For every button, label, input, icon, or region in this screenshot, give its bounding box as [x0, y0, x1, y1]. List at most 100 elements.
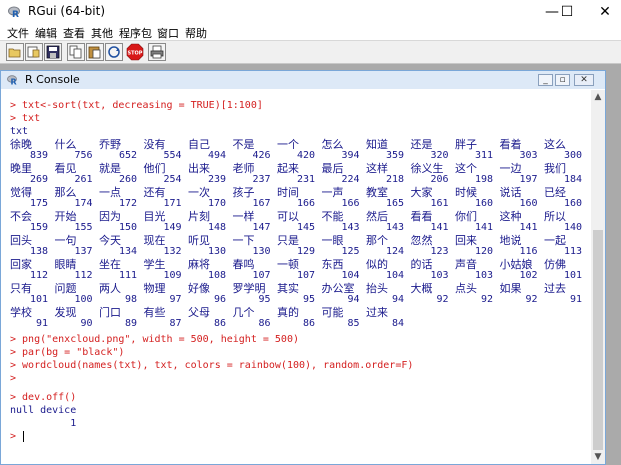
- count-cell: 166: [296, 198, 315, 209]
- svg-text:R: R: [12, 10, 19, 19]
- count-cell: 103: [430, 270, 449, 281]
- count-cell: 108: [207, 270, 226, 281]
- count-cell: 237: [252, 174, 271, 185]
- scroll-down-arrow[interactable]: ▼: [591, 450, 605, 464]
- count-cell: 140: [563, 222, 582, 233]
- count-cell: 91: [35, 318, 48, 329]
- count-cell: 160: [474, 198, 493, 209]
- console-prompt-line[interactable]: >: [10, 430, 22, 443]
- count-cell: 303: [519, 150, 538, 161]
- print-icon: [150, 45, 164, 59]
- count-cell: 129: [296, 246, 315, 257]
- count-cell: 143: [385, 222, 404, 233]
- count-cell: 104: [341, 270, 360, 281]
- count-cell: 420: [296, 150, 315, 161]
- console-close-button[interactable]: ✕: [574, 74, 594, 86]
- count-cell: 111: [118, 270, 137, 281]
- count-cell: 112: [74, 270, 93, 281]
- menu-view[interactable]: 查看: [63, 25, 85, 41]
- console-command-line: >: [10, 373, 17, 384]
- count-cell: 231: [296, 174, 315, 185]
- count-cell: 85: [347, 318, 360, 329]
- count-cell: 254: [163, 174, 182, 185]
- load-workspace-button[interactable]: [25, 43, 43, 61]
- copy-icon: [69, 45, 82, 59]
- count-cell: 96: [213, 294, 226, 305]
- r-logo-icon: R: [8, 6, 20, 19]
- count-cell: 92: [525, 294, 538, 305]
- title-bar: R RGui (64-bit) — ☐ ✕: [0, 0, 621, 24]
- count-cell: 320: [430, 150, 449, 161]
- count-cell: 150: [118, 222, 137, 233]
- count-cell: 92: [436, 294, 449, 305]
- count-cell: 165: [385, 198, 404, 209]
- console-restore-button[interactable]: ▫: [555, 74, 570, 86]
- count-cell: 98: [124, 294, 137, 305]
- maximize-button[interactable]: ☐: [552, 0, 582, 24]
- count-cell: 170: [207, 198, 226, 209]
- count-cell: 311: [474, 150, 493, 161]
- count-cell: 206: [430, 174, 449, 185]
- console-output-line: 1: [10, 418, 77, 429]
- console-output-line: txt: [10, 126, 29, 137]
- stop-icon: STOP: [126, 43, 144, 61]
- print-button[interactable]: [148, 43, 166, 61]
- count-cell: 494: [207, 150, 226, 161]
- menu-edit[interactable]: 编辑: [35, 25, 57, 41]
- count-cell: 125: [341, 246, 360, 257]
- count-cell: 120: [474, 246, 493, 257]
- stop-button[interactable]: STOP: [126, 43, 144, 61]
- count-cell: 109: [163, 270, 182, 281]
- save-icon: [46, 45, 60, 59]
- count-cell: 130: [207, 246, 226, 257]
- copy-button[interactable]: [67, 43, 85, 61]
- copy-paste-button[interactable]: [105, 43, 123, 61]
- window-title: RGui (64-bit): [28, 4, 106, 18]
- svg-text:R: R: [11, 78, 17, 87]
- count-cell: 652: [118, 150, 137, 161]
- paste-button[interactable]: [86, 43, 104, 61]
- console-vertical-scrollbar[interactable]: ▲ ▼: [591, 90, 605, 464]
- count-cell: 300: [563, 150, 582, 161]
- menu-misc[interactable]: 其他: [91, 25, 113, 41]
- stop-label: STOP: [128, 51, 143, 57]
- count-cell: 141: [430, 222, 449, 233]
- count-cell: 197: [519, 174, 538, 185]
- count-cell: 91: [569, 294, 582, 305]
- count-cell: 218: [385, 174, 404, 185]
- console-minimize-button[interactable]: _: [538, 74, 553, 86]
- count-cell: 148: [207, 222, 226, 233]
- count-cell: 100: [74, 294, 93, 305]
- menu-help[interactable]: 帮助: [185, 25, 207, 41]
- count-cell: 116: [519, 246, 538, 257]
- count-cell: 130: [252, 246, 271, 257]
- open-folder-icon: [8, 48, 21, 58]
- console-output[interactable]: > txt<-sort(txt, decreasing = TRUE)[1:10…: [10, 99, 590, 461]
- count-cell: 224: [341, 174, 360, 185]
- count-cell: 90: [80, 318, 93, 329]
- count-cell: 113: [563, 246, 582, 257]
- scroll-up-arrow[interactable]: ▲: [591, 90, 605, 104]
- count-cell: 134: [118, 246, 137, 257]
- count-cell: 92: [480, 294, 493, 305]
- menu-windows[interactable]: 窗口: [157, 25, 179, 41]
- count-cell: 95: [258, 294, 271, 305]
- menu-file[interactable]: 文件: [7, 25, 29, 41]
- menu-packages[interactable]: 程序包: [119, 25, 152, 41]
- scrollbar-thumb[interactable]: [593, 230, 603, 454]
- open-script-button[interactable]: [6, 43, 24, 61]
- count-cell: 839: [29, 150, 48, 161]
- count-cell: 97: [169, 294, 182, 305]
- save-workspace-button[interactable]: [44, 43, 62, 61]
- count-cell: 172: [118, 198, 137, 209]
- count-cell: 101: [563, 270, 582, 281]
- count-cell: 86: [302, 318, 315, 329]
- count-cell: 167: [252, 198, 271, 209]
- count-cell: 145: [296, 222, 315, 233]
- console-output-line: null device: [10, 405, 77, 416]
- count-cell: 107: [296, 270, 315, 281]
- count-cell: 147: [252, 222, 271, 233]
- console-command-line: > dev.off(): [10, 392, 77, 403]
- count-cell: 89: [124, 318, 137, 329]
- close-button[interactable]: ✕: [590, 0, 620, 24]
